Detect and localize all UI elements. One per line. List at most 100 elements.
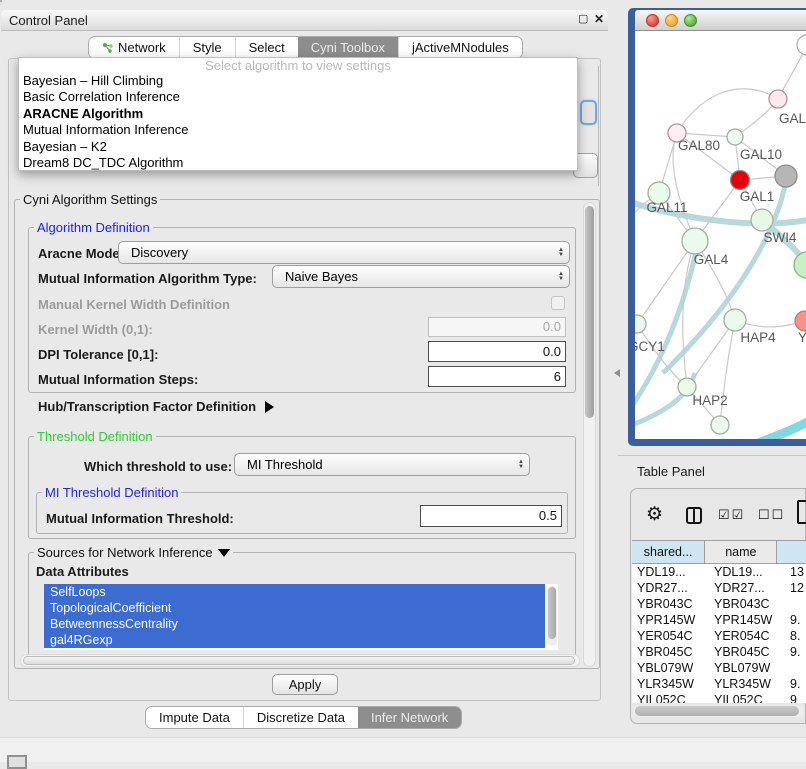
float-window-icon[interactable]: ▢ <box>578 12 588 25</box>
scrollbar-thumb[interactable] <box>23 656 575 665</box>
close-icon[interactable]: ✕ <box>594 12 604 26</box>
dropdown-item[interactable]: Dream8 DC_TDC Algorithm <box>19 155 577 171</box>
dropdown-item[interactable]: ARACNE Algorithm <box>19 106 577 122</box>
scrollbar-thumb[interactable] <box>585 206 594 418</box>
node[interactable] <box>794 252 806 278</box>
node[interactable] <box>795 311 806 331</box>
node-swi4[interactable] <box>751 209 773 231</box>
node-gal10[interactable] <box>727 129 743 145</box>
gear-icon[interactable]: ⚙ <box>646 503 663 526</box>
algorithm-dropdown-popup: Select algorithm to view settings Bayesi… <box>18 57 578 171</box>
select-all-checkboxes-icon[interactable]: ☑☑ <box>718 507 745 523</box>
table-row[interactable]: YBL079WYBL079W <box>632 660 806 676</box>
dropdown-item[interactable]: Mutual Information Inference <box>19 122 577 138</box>
table-panel-divider <box>618 455 806 456</box>
table-horizontal-scrollbar[interactable] <box>633 705 804 717</box>
dropdown-placeholder: Select algorithm to view settings <box>19 58 577 73</box>
network-window-titlebar[interactable] <box>635 10 806 31</box>
table-row[interactable]: YPR145WYPR145W9. <box>632 612 806 628</box>
tab-discretize-data-label: Discretize Data <box>257 707 345 728</box>
network-canvas[interactable]: GAL GAL80 GAL10 GAL1 GAL11 SWI4 GAL4 GCY… <box>635 31 806 439</box>
dropdown-item[interactable]: Bayesian – Hill Climbing <box>19 73 577 89</box>
apply-button[interactable]: Apply <box>272 674 338 695</box>
node-gal1[interactable] <box>731 171 750 190</box>
tab-jactivemnodules-label: jActiveMNodules <box>412 37 509 58</box>
mi-threshold-label: Mutual Information Threshold: <box>46 511 234 526</box>
hub-definition-expander[interactable]: Hub/Transcription Factor Definition <box>38 399 274 414</box>
tab-select[interactable]: Select <box>235 37 298 58</box>
table-row[interactable]: YBR045CYBR045C9. <box>632 644 806 660</box>
column-header-shared-name[interactable]: shared... <box>632 541 705 563</box>
node-label: GAL80 <box>678 138 720 153</box>
scrollbar-thumb[interactable] <box>548 587 556 639</box>
columns-icon[interactable] <box>686 507 702 524</box>
node-gcy1[interactable] <box>635 315 646 333</box>
mi-steps-field[interactable]: 6 <box>428 366 566 387</box>
expand-right-icon <box>265 401 274 413</box>
tab-infer-network[interactable]: Infer Network <box>358 707 461 728</box>
table-row[interactable]: YDR27...YDR27...12 <box>632 580 806 596</box>
node[interactable] <box>775 165 797 187</box>
cell: 8. <box>785 628 806 644</box>
dropdown-item[interactable]: Bayesian – K2 <box>19 139 577 155</box>
deselect-all-checkboxes-icon[interactable]: ☐☐ <box>758 507 785 523</box>
sources-group-title[interactable]: Sources for Network Inference <box>34 545 233 560</box>
list-item[interactable]: TopologicalCoefficient <box>44 600 545 616</box>
tab-jactivemnodules[interactable]: jActiveMNodules <box>398 37 522 58</box>
node-label: GAL <box>779 111 806 126</box>
new-table-icon[interactable] <box>797 500 806 524</box>
which-threshold-select[interactable]: MI Threshold ▲▼ <box>234 453 530 476</box>
corner-widget-icon[interactable] <box>7 755 27 769</box>
list-item[interactable]: gal4RGexp <box>44 632 545 648</box>
minimize-traffic-light[interactable] <box>665 14 678 27</box>
scrollbar-thumb[interactable] <box>635 706 799 716</box>
zoom-traffic-light[interactable] <box>684 14 697 27</box>
table-row[interactable]: YER054CYER054C8. <box>632 628 806 644</box>
aracne-mode-select[interactable]: Discovery ▲▼ <box>118 241 570 264</box>
mi-threshold-field[interactable]: 0.5 <box>420 505 562 527</box>
splitter-handle-icon[interactable] <box>614 369 620 377</box>
table-row[interactable]: YLR345WYLR345W9. <box>632 676 806 692</box>
kernel-width-label: Kernel Width (0,1): <box>38 322 153 337</box>
settings-vertical-scrollbar[interactable] <box>583 202 596 667</box>
focused-combobox-fragment <box>580 100 597 125</box>
tab-discretize-data[interactable]: Discretize Data <box>243 707 358 728</box>
table-row[interactable]: YDL19...YDL19...13 <box>632 564 806 580</box>
node[interactable] <box>797 35 806 55</box>
columns-icon-divider <box>693 509 695 522</box>
settings-horizontal-scrollbar[interactable] <box>20 654 580 667</box>
tab-impute-data[interactable]: Impute Data <box>146 707 243 728</box>
manual-kernel-width-checkbox[interactable] <box>551 296 565 310</box>
node-labels: GAL GAL80 GAL10 GAL1 GAL11 SWI4 GAL4 GCY… <box>635 111 806 408</box>
list-vertical-scrollbar[interactable] <box>547 586 557 646</box>
node[interactable] <box>711 416 729 434</box>
node[interactable] <box>769 90 787 108</box>
cell: YBR045C <box>632 644 709 660</box>
dpi-tolerance-field[interactable]: 0.0 <box>428 341 566 362</box>
cell: YDR27... <box>709 580 785 596</box>
mi-algorithm-type-select[interactable]: Naive Bayes ▲▼ <box>272 265 570 288</box>
table-row[interactable]: YBR043CYBR043C <box>632 596 806 612</box>
aracne-mode-label: Aracne Mode: <box>38 246 124 261</box>
dropdown-item[interactable]: Basic Correlation Inference <box>19 89 577 105</box>
cell: 9. <box>785 676 806 692</box>
tab-network[interactable]: Network <box>89 37 179 58</box>
close-traffic-light[interactable] <box>646 14 659 27</box>
node-gal4[interactable] <box>682 228 708 254</box>
list-item[interactable]: BetweennessCentrality <box>44 616 545 632</box>
control-panel-titlebar <box>1 10 608 31</box>
column-header-name[interactable]: name <box>705 541 777 563</box>
node-label: GAL10 <box>740 147 782 162</box>
cyni-algorithm-settings-title: Cyni Algorithm Settings <box>20 192 160 207</box>
list-item[interactable]: SelfLoops <box>44 584 545 600</box>
tab-cyni-toolbox[interactable]: Cyni Toolbox <box>298 37 398 58</box>
tab-style[interactable]: Style <box>179 37 235 58</box>
which-threshold-label: Which threshold to use: <box>84 459 232 474</box>
table-row[interactable]: YIL052CYIL052C9 <box>632 692 806 703</box>
cell: 12 <box>785 580 806 596</box>
cell: YDL19... <box>709 564 785 580</box>
node-hap4[interactable] <box>724 309 746 331</box>
table-panel-title: Table Panel <box>637 464 705 479</box>
cell: YER054C <box>709 628 785 644</box>
column-header-partial[interactable] <box>777 541 806 563</box>
